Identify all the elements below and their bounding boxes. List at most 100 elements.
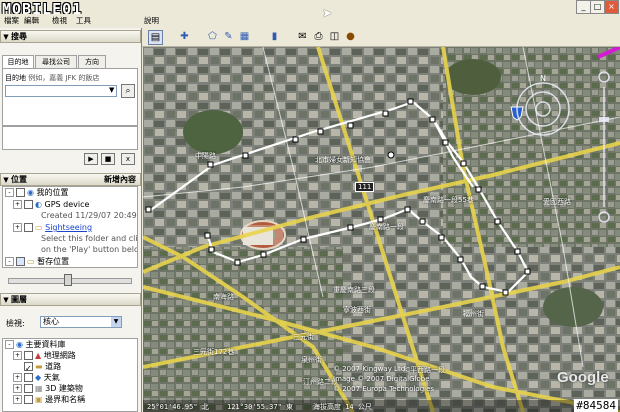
copyright-1: © 2007 Kingway Ltd. xyxy=(333,365,408,373)
checkbox[interactable] xyxy=(24,200,33,209)
sidebar: ▼ 搜尋 目的地 尋找公司 方向 目的地 例如，嘉義 JFK 的飯店 ▼ ⌕ ▶ … xyxy=(0,28,142,412)
tab-destination[interactable]: 目的地 xyxy=(2,55,34,68)
checkbox[interactable]: ✓ xyxy=(24,362,33,373)
checkbox[interactable] xyxy=(16,188,25,197)
globe-icon: ◉ xyxy=(27,188,34,197)
status-lon: 121°30'55.37" 東 xyxy=(227,403,294,411)
close-search-button[interactable]: x xyxy=(121,153,135,165)
layer-3d-buildings[interactable]: + ▦ 3D 建築物 xyxy=(13,383,83,394)
expand-icon[interactable]: + xyxy=(13,373,22,382)
layer-roads[interactable]: ✓ ▬ 道路 xyxy=(13,361,61,373)
search-hint-label: 目的地 xyxy=(5,74,26,82)
sidebar-icon[interactable]: ▤ xyxy=(148,30,163,45)
search-tabs: 目的地 尋找公司 方向 xyxy=(2,55,138,68)
layer-label: 邊界和名稱 xyxy=(45,395,86,404)
google-logo: Google xyxy=(557,369,609,386)
checkbox[interactable] xyxy=(24,223,33,232)
menu-edit[interactable]: 編輯 xyxy=(24,15,39,26)
map-label: 三元街172巷 xyxy=(193,348,235,356)
slider-handle[interactable] xyxy=(64,274,72,286)
cursor-icon: ➤ xyxy=(322,6,333,20)
checkbox[interactable] xyxy=(24,351,33,360)
tree-item-gps-device[interactable]: + ◐ GPS device xyxy=(13,199,89,210)
toolbar: ▤ ✚ ⬠ ✎ ▦ ▮ ✉ ⎙ ◫ ● xyxy=(142,28,620,47)
map-label: 愛國西路 xyxy=(543,198,571,206)
checkbox[interactable] xyxy=(16,257,25,266)
checkbox[interactable] xyxy=(24,373,33,382)
expand-icon[interactable]: + xyxy=(13,351,22,360)
chevron-down-icon[interactable]: ▼ xyxy=(111,317,121,327)
tree-item-sightseeing[interactable]: + ▭ Sightseeing xyxy=(13,222,92,233)
image-overlay-icon[interactable]: ▦ xyxy=(238,30,251,43)
map-label: 慶南路一段55巷 xyxy=(423,196,474,204)
tree-item-my-places[interactable]: - ◉ 我的位置 xyxy=(5,187,69,198)
expand-icon[interactable]: - xyxy=(5,188,14,197)
expand-icon[interactable]: + xyxy=(13,395,22,404)
tree-label: 暫存位置 xyxy=(37,257,70,266)
tab-directions[interactable]: 方向 xyxy=(78,55,106,68)
layer-label: 主要資料庫 xyxy=(25,340,66,349)
expand-icon[interactable]: + xyxy=(13,223,22,232)
path-icon[interactable]: ✎ xyxy=(222,30,235,43)
copyright-2: Image © 2007 DigitalGlobe xyxy=(333,375,430,383)
layer-label: 天氣 xyxy=(43,373,60,382)
email-icon[interactable]: ✉ xyxy=(296,30,309,43)
tree-item-temporary-places[interactable]: - ▭ 暫存位置 xyxy=(5,256,69,267)
layer-primary-db[interactable]: - ◉ 主要資料庫 xyxy=(5,339,66,350)
maps-icon[interactable]: ◫ xyxy=(328,30,341,43)
menu-view[interactable]: 檢視 xyxy=(52,15,67,26)
places-panel-header[interactable]: ▼ 位置 新增內容 xyxy=(0,173,141,186)
checkbox[interactable] xyxy=(24,395,33,404)
tree-link[interactable]: Sightseeing xyxy=(45,223,92,232)
collapse-icon[interactable]: ▼ xyxy=(1,175,11,186)
play-button[interactable]: ▶ xyxy=(84,153,98,165)
checkbox[interactable] xyxy=(24,384,33,393)
map-label: 北市婦女新知協會 xyxy=(315,156,371,164)
map-view[interactable]: N 中陽路 北市婦女新知協會 111 慶南路一段 三元街 慶南路一段55巷 愛國… xyxy=(143,47,620,412)
polygon-icon[interactable]: ⬠ xyxy=(206,30,219,43)
ruler-icon[interactable]: ▮ xyxy=(268,30,281,43)
layer-label: 地理網路 xyxy=(43,351,76,360)
expand-icon[interactable]: - xyxy=(5,257,14,266)
layer-label: 3D 建築物 xyxy=(45,384,83,393)
menu-tools[interactable]: 工具 xyxy=(76,15,91,26)
collapse-icon[interactable]: ▼ xyxy=(1,32,11,43)
map-label: 泉州街 xyxy=(301,356,322,364)
collapse-icon[interactable]: ▼ xyxy=(1,295,11,306)
expand-icon[interactable]: - xyxy=(5,340,14,349)
tab-find-business[interactable]: 尋找公司 xyxy=(35,55,77,68)
layers-panel-header[interactable]: ▼ 圖層 xyxy=(0,293,141,306)
maximize-button[interactable]: □ xyxy=(590,0,605,14)
folder-icon: ▭ xyxy=(27,257,35,266)
menu-file[interactable]: 檔案 xyxy=(4,15,19,26)
search-input[interactable] xyxy=(5,85,117,97)
watermark: #84584 xyxy=(574,399,618,412)
tree-label: GPS device xyxy=(44,200,90,209)
search-panel-title: 搜尋 xyxy=(11,32,27,41)
stop-button[interactable]: ■ xyxy=(101,153,115,165)
search-dropdown-icon[interactable]: ▼ xyxy=(109,86,114,94)
tree-item-description: on the 'Play' button below xyxy=(41,245,138,254)
layer-weather[interactable]: + ◆ 天氣 xyxy=(13,372,60,383)
placemark-icon[interactable]: ✚ xyxy=(178,30,191,43)
close-window-button[interactable]: × xyxy=(604,0,619,14)
view-select[interactable]: 核心 xyxy=(40,316,122,328)
menu-bar: 檔案 編輯 檢視 工具 說明 xyxy=(0,14,620,29)
search-button[interactable]: ⌕ xyxy=(121,84,135,98)
search-body: 目的地 例如，嘉義 JFK 的飯店 ▼ ⌕ xyxy=(2,68,138,126)
expand-icon[interactable]: + xyxy=(13,384,22,393)
svg-text:N: N xyxy=(540,74,546,83)
map-label: 福州街 xyxy=(463,310,484,318)
print-icon[interactable]: ⎙ xyxy=(312,30,325,43)
layer-geo-web[interactable]: + ▲ 地理網路 xyxy=(13,350,76,361)
menu-help[interactable]: 說明 xyxy=(144,15,159,26)
search-panel-header[interactable]: ▼ 搜尋 xyxy=(0,30,141,43)
minimize-button[interactable]: _ xyxy=(576,0,591,14)
sky-icon[interactable]: ● xyxy=(344,30,357,43)
search-results xyxy=(2,126,138,150)
add-content-link[interactable]: 新增內容 xyxy=(104,174,136,185)
layer-borders[interactable]: + ▣ 邊界和名稱 xyxy=(13,394,85,405)
expand-icon[interactable]: + xyxy=(13,200,22,209)
map-label: 寧波西街 xyxy=(343,306,371,314)
